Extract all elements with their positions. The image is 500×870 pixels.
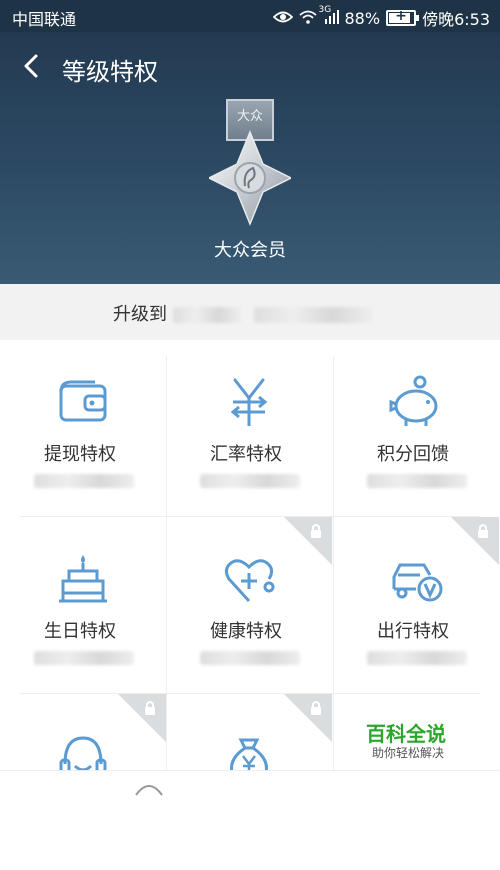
circle-icon xyxy=(135,785,163,796)
privilege-birthday[interactable]: 生日特权 xyxy=(0,517,166,693)
stethoscope-icon xyxy=(224,559,275,603)
car-v-icon xyxy=(392,563,443,602)
privilege-label: 提现特权 xyxy=(44,444,116,465)
privilege-health[interactable]: 健康特权 xyxy=(166,517,332,693)
blurred-text xyxy=(34,474,134,488)
privilege-label: 生日特权 xyxy=(44,621,116,642)
blurred-text xyxy=(367,474,467,488)
upgrade-text: 升级到 xyxy=(113,300,373,326)
battery-icon: + xyxy=(386,8,420,26)
medal-icon: 大众 xyxy=(207,98,293,244)
lock-icon xyxy=(284,517,332,565)
privilege-label: 积分回馈 xyxy=(377,444,449,465)
blurred-text xyxy=(254,307,373,323)
lock-icon xyxy=(118,694,166,742)
eye-icon xyxy=(272,9,293,28)
privilege-label: 出行特权 xyxy=(377,621,449,642)
status-icons: 3G 88% + 傍晚6:53 xyxy=(272,5,490,30)
upgrade-banner[interactable]: 升级到 xyxy=(0,284,500,340)
carrier-name: 中国联通 xyxy=(12,10,77,29)
yen-exchange-icon xyxy=(230,378,268,426)
network-type: 3G xyxy=(318,4,332,15)
bottom-edge xyxy=(0,770,500,796)
lock-icon xyxy=(451,517,499,565)
clock: 傍晚6:53 xyxy=(422,10,490,29)
chevron-left-icon xyxy=(24,54,38,78)
privilege-withdraw[interactable]: 提现特权 xyxy=(0,340,166,516)
blurred-text xyxy=(172,307,241,323)
watermark-subtitle: 助你轻松解决 xyxy=(372,746,445,760)
privilege-points[interactable]: 积分回馈 xyxy=(333,340,499,516)
privilege-exchange-rate[interactable]: 汇率特权 xyxy=(166,340,332,516)
page-title: 等级特权 xyxy=(62,58,158,86)
medal-ribbon-text: 大众 xyxy=(237,109,263,124)
privilege-travel[interactable]: 出行特权 xyxy=(333,517,499,693)
lock-icon xyxy=(284,694,332,742)
watermark-title: 百科全说 xyxy=(366,722,446,746)
charging-icon: + xyxy=(395,8,407,24)
signal-icon: 3G xyxy=(319,5,339,28)
privilege-label: 汇率特权 xyxy=(210,444,282,465)
blurred-text xyxy=(34,651,134,665)
blurred-text xyxy=(367,651,467,665)
blurred-text xyxy=(200,474,300,488)
status-bar: 中国联通 3G 88% + 傍晚6:53 xyxy=(0,0,500,32)
birthday-cake-icon xyxy=(59,555,107,603)
watermark-logo: 百科全说 助你轻松解决 xyxy=(352,712,472,766)
member-level: 大众会员 xyxy=(214,240,286,261)
level-header: 等级特权 大众 大众会员 xyxy=(0,32,500,284)
battery-percent: 88% xyxy=(344,8,381,28)
wifi-icon xyxy=(298,9,317,28)
upgrade-prefix: 升级到 xyxy=(113,304,167,325)
piggy-bank-icon xyxy=(389,375,438,426)
back-button[interactable] xyxy=(18,50,46,82)
privilege-label: 健康特权 xyxy=(210,621,282,642)
wallet-icon xyxy=(59,380,107,422)
blurred-text xyxy=(200,651,300,665)
